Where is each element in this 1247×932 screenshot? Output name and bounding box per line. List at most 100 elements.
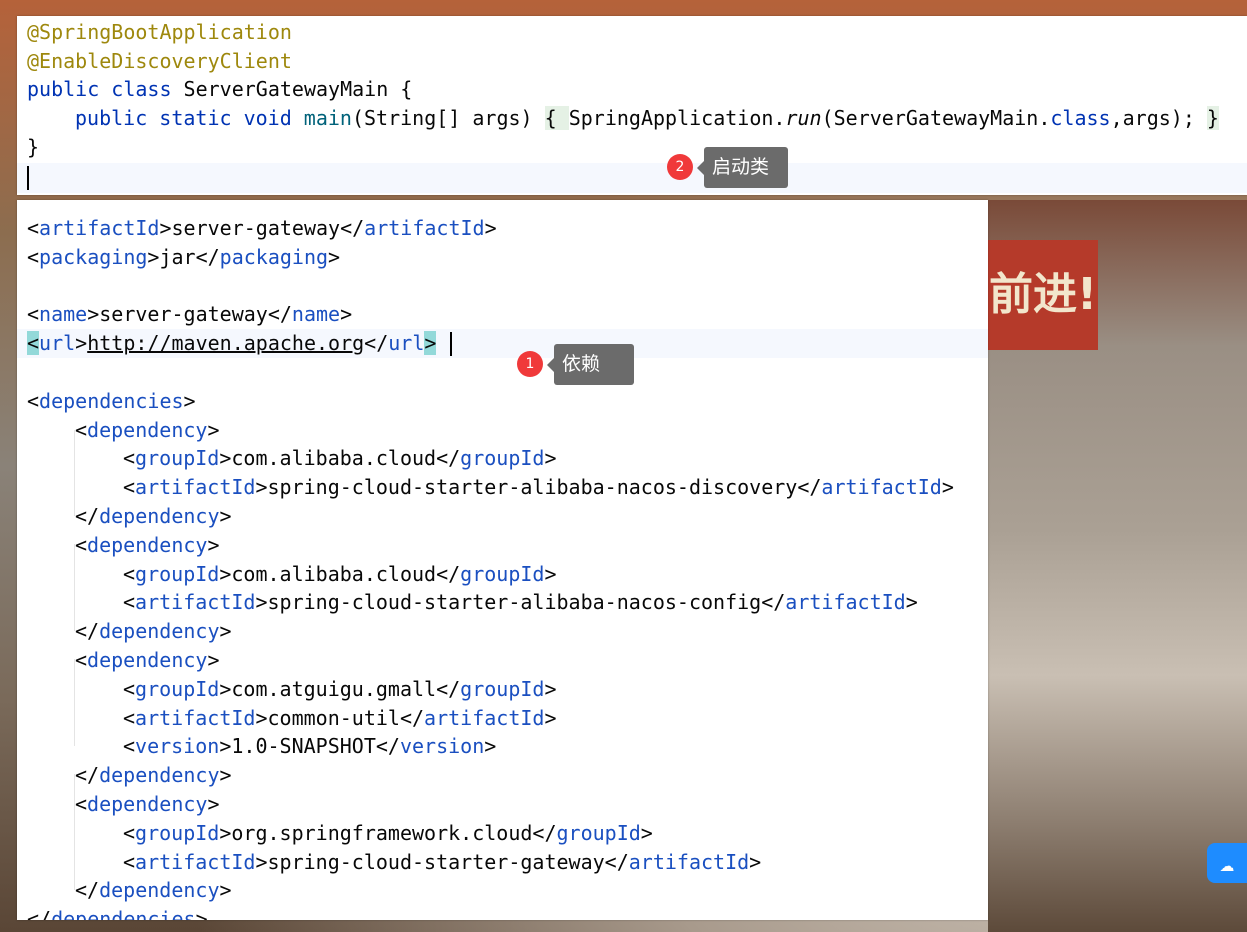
- annotation-badge-1: 1: [517, 351, 543, 377]
- code-token: ServerGatewayMain {: [183, 77, 413, 102]
- annotation-badge-2: 2: [667, 154, 693, 180]
- code-token: <: [75, 532, 88, 557]
- code-line: <groupId>com.alibaba.cloud</groupId>: [123, 444, 557, 473]
- code-token: dependencies: [51, 907, 196, 920]
- code-token: artifactId: [135, 849, 256, 874]
- code-token: dependency: [99, 763, 220, 788]
- code-token: >: [219, 763, 232, 788]
- code-token: dependency: [99, 878, 220, 903]
- text-caret: [450, 332, 452, 356]
- code-token: >com.alibaba.cloud</: [219, 561, 461, 586]
- code-token: >: [207, 417, 220, 442]
- code-line: <dependency>: [75, 646, 220, 675]
- code-line: <artifactId>spring-cloud-starter-gateway…: [123, 848, 761, 877]
- code-token: artifactId: [364, 216, 485, 240]
- code-token: dependency: [87, 532, 208, 557]
- text-caret: [27, 166, 29, 190]
- code-token: <: [123, 676, 136, 701]
- code-token: http://maven.apache.org: [87, 331, 365, 356]
- code-token: >: [484, 734, 497, 759]
- code-token: >spring-cloud-starter-alibaba-nacos-disc…: [255, 475, 822, 500]
- code-token: main: [303, 106, 352, 131]
- code-line: <groupId>org.springframework.cloud</grou…: [123, 819, 653, 848]
- code-token: </: [75, 878, 100, 903]
- code-line: <url>http://maven.apache.org</url>: [27, 329, 437, 358]
- code-token: artifactId: [785, 590, 906, 615]
- code-token: >: [207, 532, 220, 557]
- code-token: <: [27, 331, 40, 356]
- code-token: groupId: [556, 820, 641, 845]
- code-token: }: [27, 134, 40, 159]
- code-token: groupId: [135, 820, 220, 845]
- code-token: groupId: [135, 676, 220, 701]
- code-token: <: [27, 244, 40, 269]
- annotation-label-startup-class: 启动类: [697, 147, 788, 188]
- code-token: >: [207, 648, 220, 672]
- code-token: class: [1050, 106, 1111, 131]
- code-token: @EnableDiscoveryClient: [27, 48, 292, 73]
- code-token: <: [123, 475, 136, 500]
- code-token: ,args);: [1110, 106, 1207, 131]
- code-token: >jar</: [147, 244, 220, 269]
- code-token: </: [75, 763, 100, 788]
- code-line: <dependency>: [75, 416, 220, 445]
- indent-guide: [74, 430, 75, 516]
- code-token: >: [424, 331, 437, 356]
- code-line: < artifactId>spring-cloud-starter-alibaba…: [123, 588, 918, 617]
- code-token: >spring-cloud-starter-alibaba-nacos-conf…: [255, 590, 786, 615]
- code-line: <artifactId>server-gateway</artifactId>: [27, 214, 497, 243]
- code-token: >: [544, 561, 557, 586]
- code-token: </: [75, 619, 100, 644]
- code-token: (String[] args): [351, 106, 545, 131]
- code-token: url: [39, 331, 76, 356]
- code-line: <dependency>: [75, 790, 220, 819]
- code-line: <name>server-gateway</name>: [27, 300, 352, 329]
- code-token: artifactId: [821, 475, 942, 500]
- code-token: groupId: [460, 446, 545, 471]
- code-line: < artifactId>spring-cloud-starter-alibaba…: [123, 473, 954, 502]
- code-token: <: [27, 388, 40, 413]
- code-token: >: [195, 907, 208, 920]
- code-token: <: [123, 849, 136, 874]
- code-token: name: [39, 302, 88, 327]
- code-token: artifactId: [135, 705, 256, 730]
- code-token: artifactId: [39, 216, 160, 240]
- code-token: dependency: [87, 648, 208, 672]
- code-line: }: [27, 133, 39, 162]
- code-token: SpringApplication.: [568, 106, 786, 131]
- code-token: >com.atguigu.gmall</: [219, 676, 461, 701]
- cloud-drive-icon[interactable]: ☁: [1207, 843, 1247, 883]
- code-token: dependency: [99, 504, 220, 528]
- code-token: >: [544, 446, 557, 471]
- code-token: <: [75, 648, 88, 672]
- code-token: <: [123, 705, 136, 730]
- code-token: url: [388, 331, 425, 356]
- code-token: >common-util</: [255, 705, 425, 730]
- startup-class-code-panel[interactable]: @SpringBootApplication @EnableDiscoveryCl…: [17, 16, 1247, 195]
- code-token: groupId: [135, 561, 220, 586]
- code-token: public class: [27, 77, 184, 102]
- code-token: >: [905, 590, 918, 615]
- code-token: dependency: [87, 792, 208, 816]
- code-token: <: [27, 302, 40, 327]
- code-line: <groupId>com.alibaba.cloud</groupId>: [123, 560, 557, 589]
- indent-guide: [74, 544, 75, 631]
- code-line: </dependency>: [75, 876, 232, 905]
- code-token: >: [75, 331, 88, 356]
- code-token: <: [123, 590, 136, 615]
- code-token: >spring-cloud-starter-gateway</: [255, 849, 629, 874]
- code-token: >: [219, 619, 232, 644]
- code-token: >: [219, 878, 232, 903]
- code-token: dependency: [87, 417, 208, 442]
- code-token: >: [749, 849, 762, 874]
- code-line: public static void main(String[] args) {…: [75, 104, 1219, 133]
- code-token: </: [27, 907, 52, 920]
- code-token: >com.alibaba.cloud</: [219, 446, 461, 471]
- code-line: <version>1.0-SNAPSHOT</version>: [123, 732, 496, 761]
- code-line: </dependency>: [75, 761, 232, 790]
- code-token: dependency: [99, 619, 220, 644]
- code-token: version: [399, 734, 485, 759]
- code-token: <: [123, 561, 136, 586]
- pom-code-panel[interactable]: <artifactId>server-gateway</artifactId> <…: [17, 200, 988, 920]
- code-token: </: [75, 504, 100, 528]
